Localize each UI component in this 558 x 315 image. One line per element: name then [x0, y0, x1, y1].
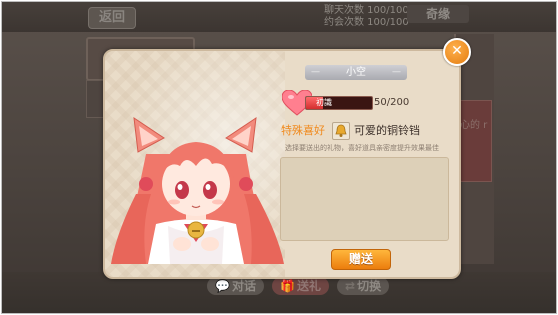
- gift-selection-area[interactable]: [280, 157, 449, 241]
- gift-icon: 🎁: [280, 279, 295, 293]
- top-bar: [2, 2, 556, 32]
- right-card-text: 心的 r: [460, 120, 488, 131]
- gift-hint: 选择要送出的礼物，喜好道具亲密度提升效果最佳: [285, 144, 439, 152]
- close-icon: ✕: [451, 43, 463, 59]
- chat-count: 聊天次数 100/100: [324, 5, 409, 16]
- favorite-item-name: 可爱的铜铃铛: [354, 124, 420, 137]
- back-button[interactable]: 返回: [88, 7, 136, 29]
- bell-icon: [335, 124, 347, 137]
- switch-button-label: 切换: [357, 279, 382, 293]
- chat-button[interactable]: 💬 对话: [207, 277, 264, 295]
- character-portrait: [111, 116, 284, 264]
- name-plate-left-dash: —: [311, 67, 320, 77]
- stats-panel: 聊天次数 100/100 约会次数 100/100: [324, 5, 409, 29]
- date-count: 约会次数 100/100: [324, 17, 409, 28]
- close-button[interactable]: ✕: [443, 38, 471, 66]
- gift-button[interactable]: 🎁 送礼: [272, 277, 329, 295]
- give-button[interactable]: 赠送: [331, 249, 391, 270]
- affection-level: 初識: [316, 98, 332, 107]
- screen: 返回 聊天次数 100/100 约会次数 100/100 奇缘 心的 r 💬 对话…: [1, 1, 557, 314]
- favorite-label: 特殊喜好: [281, 124, 325, 137]
- affection-count: 50/200: [374, 97, 410, 108]
- swap-icon: ⇄: [345, 279, 356, 293]
- name-plate-right-dash: —: [392, 67, 401, 77]
- character-name-plate: — 小空 —: [305, 65, 407, 80]
- right-card: [458, 100, 492, 182]
- favorite-item-slot: [332, 122, 350, 140]
- switch-button[interactable]: ⇄ 切换: [337, 277, 390, 295]
- character-name: 小空: [346, 67, 366, 78]
- tab-encounter[interactable]: 奇缘: [407, 5, 469, 23]
- chat-button-label: 对话: [231, 279, 256, 293]
- gift-button-label: 送礼: [296, 279, 321, 293]
- speech-bubble-icon: 💬: [215, 279, 230, 293]
